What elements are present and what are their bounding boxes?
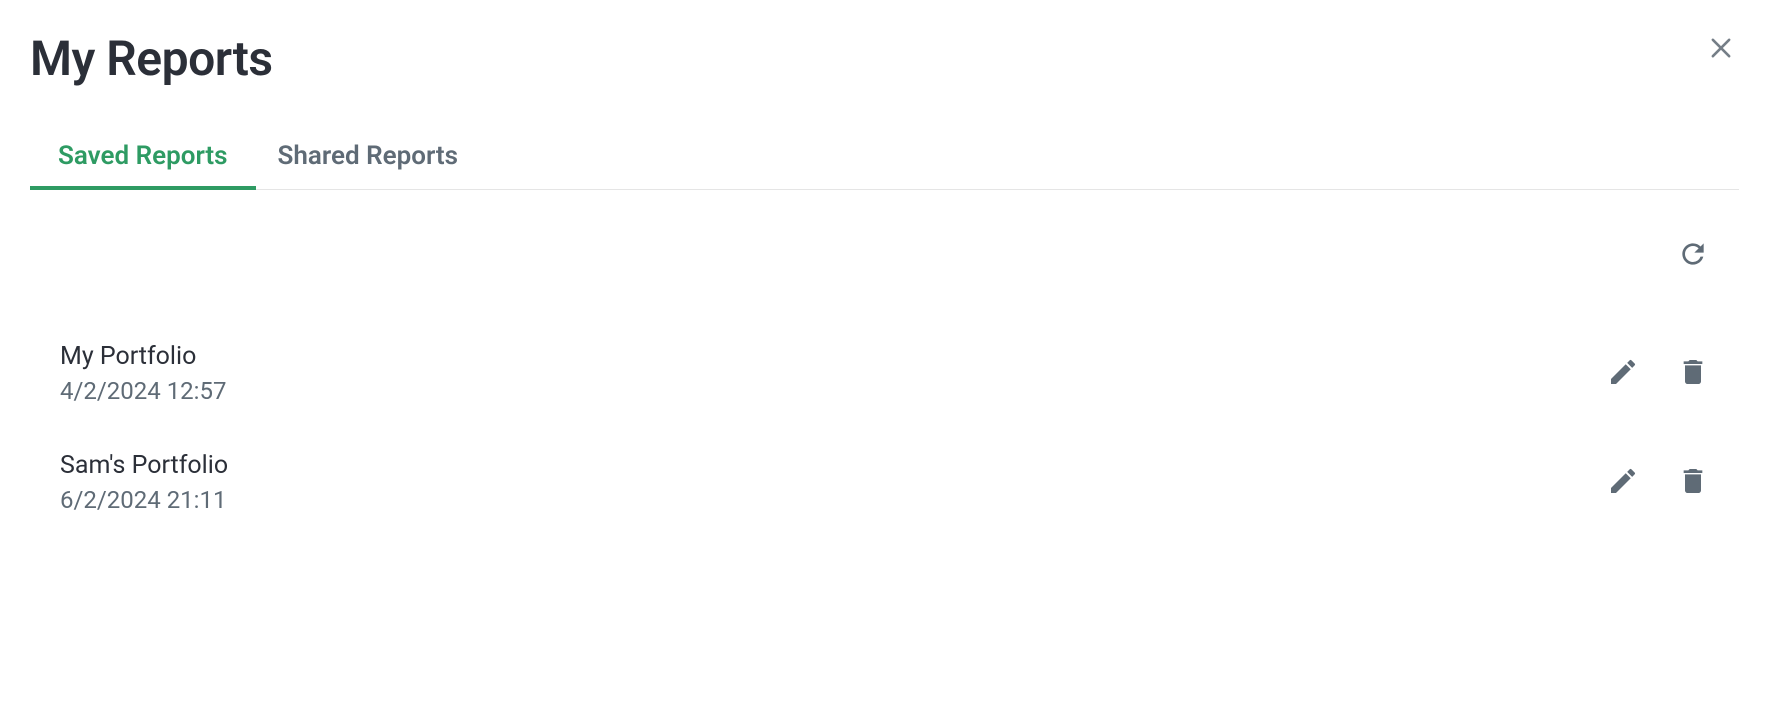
report-timestamp: 6/2/2024 21:11: [60, 486, 228, 514]
pencil-icon: [1607, 465, 1639, 501]
report-actions: [1607, 465, 1709, 501]
close-icon: [1707, 34, 1735, 66]
report-item: Sam's Portfolio 6/2/2024 21:11: [60, 451, 1709, 514]
report-actions: [1607, 356, 1709, 392]
edit-button[interactable]: [1607, 356, 1639, 392]
report-text: Sam's Portfolio 6/2/2024 21:11: [60, 451, 228, 514]
report-name: My Portfolio: [60, 342, 226, 371]
edit-button[interactable]: [1607, 465, 1639, 501]
report-text: My Portfolio 4/2/2024 12:57: [60, 342, 226, 405]
report-item: My Portfolio 4/2/2024 12:57: [60, 342, 1709, 405]
trash-icon: [1677, 356, 1709, 392]
toolbar: [0, 190, 1739, 274]
report-name: Sam's Portfolio: [60, 451, 228, 480]
report-list: My Portfolio 4/2/2024 12:57: [0, 274, 1769, 514]
delete-button[interactable]: [1677, 356, 1709, 392]
tabs: Saved Reports Shared Reports: [30, 87, 1739, 190]
close-button[interactable]: [1703, 30, 1739, 70]
header: My Reports: [0, 0, 1769, 87]
pencil-icon: [1607, 356, 1639, 392]
delete-button[interactable]: [1677, 465, 1709, 501]
tab-saved-reports[interactable]: Saved Reports: [58, 141, 228, 189]
refresh-icon: [1677, 238, 1709, 274]
tab-shared-reports[interactable]: Shared Reports: [278, 141, 459, 189]
refresh-button[interactable]: [1677, 238, 1709, 274]
report-timestamp: 4/2/2024 12:57: [60, 377, 226, 405]
trash-icon: [1677, 465, 1709, 501]
page-title: My Reports: [30, 30, 273, 87]
